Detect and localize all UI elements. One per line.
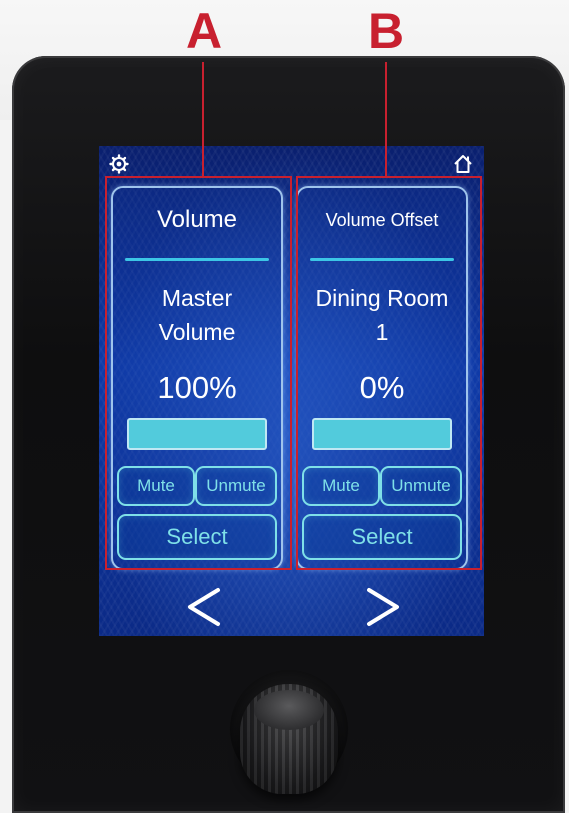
- callout-b-line: [385, 62, 387, 176]
- knob-cap: [254, 690, 324, 730]
- chevron-right-icon[interactable]: [363, 586, 403, 628]
- callout-b-label: B: [367, 3, 405, 59]
- home-icon[interactable]: [453, 154, 473, 174]
- callout-b-box: [296, 176, 482, 570]
- gear-icon[interactable]: [109, 154, 129, 174]
- chevron-left-icon[interactable]: [184, 586, 224, 628]
- callout-a-box: [105, 176, 292, 570]
- callout-a-line: [202, 62, 204, 176]
- callout-a-label: A: [185, 3, 223, 59]
